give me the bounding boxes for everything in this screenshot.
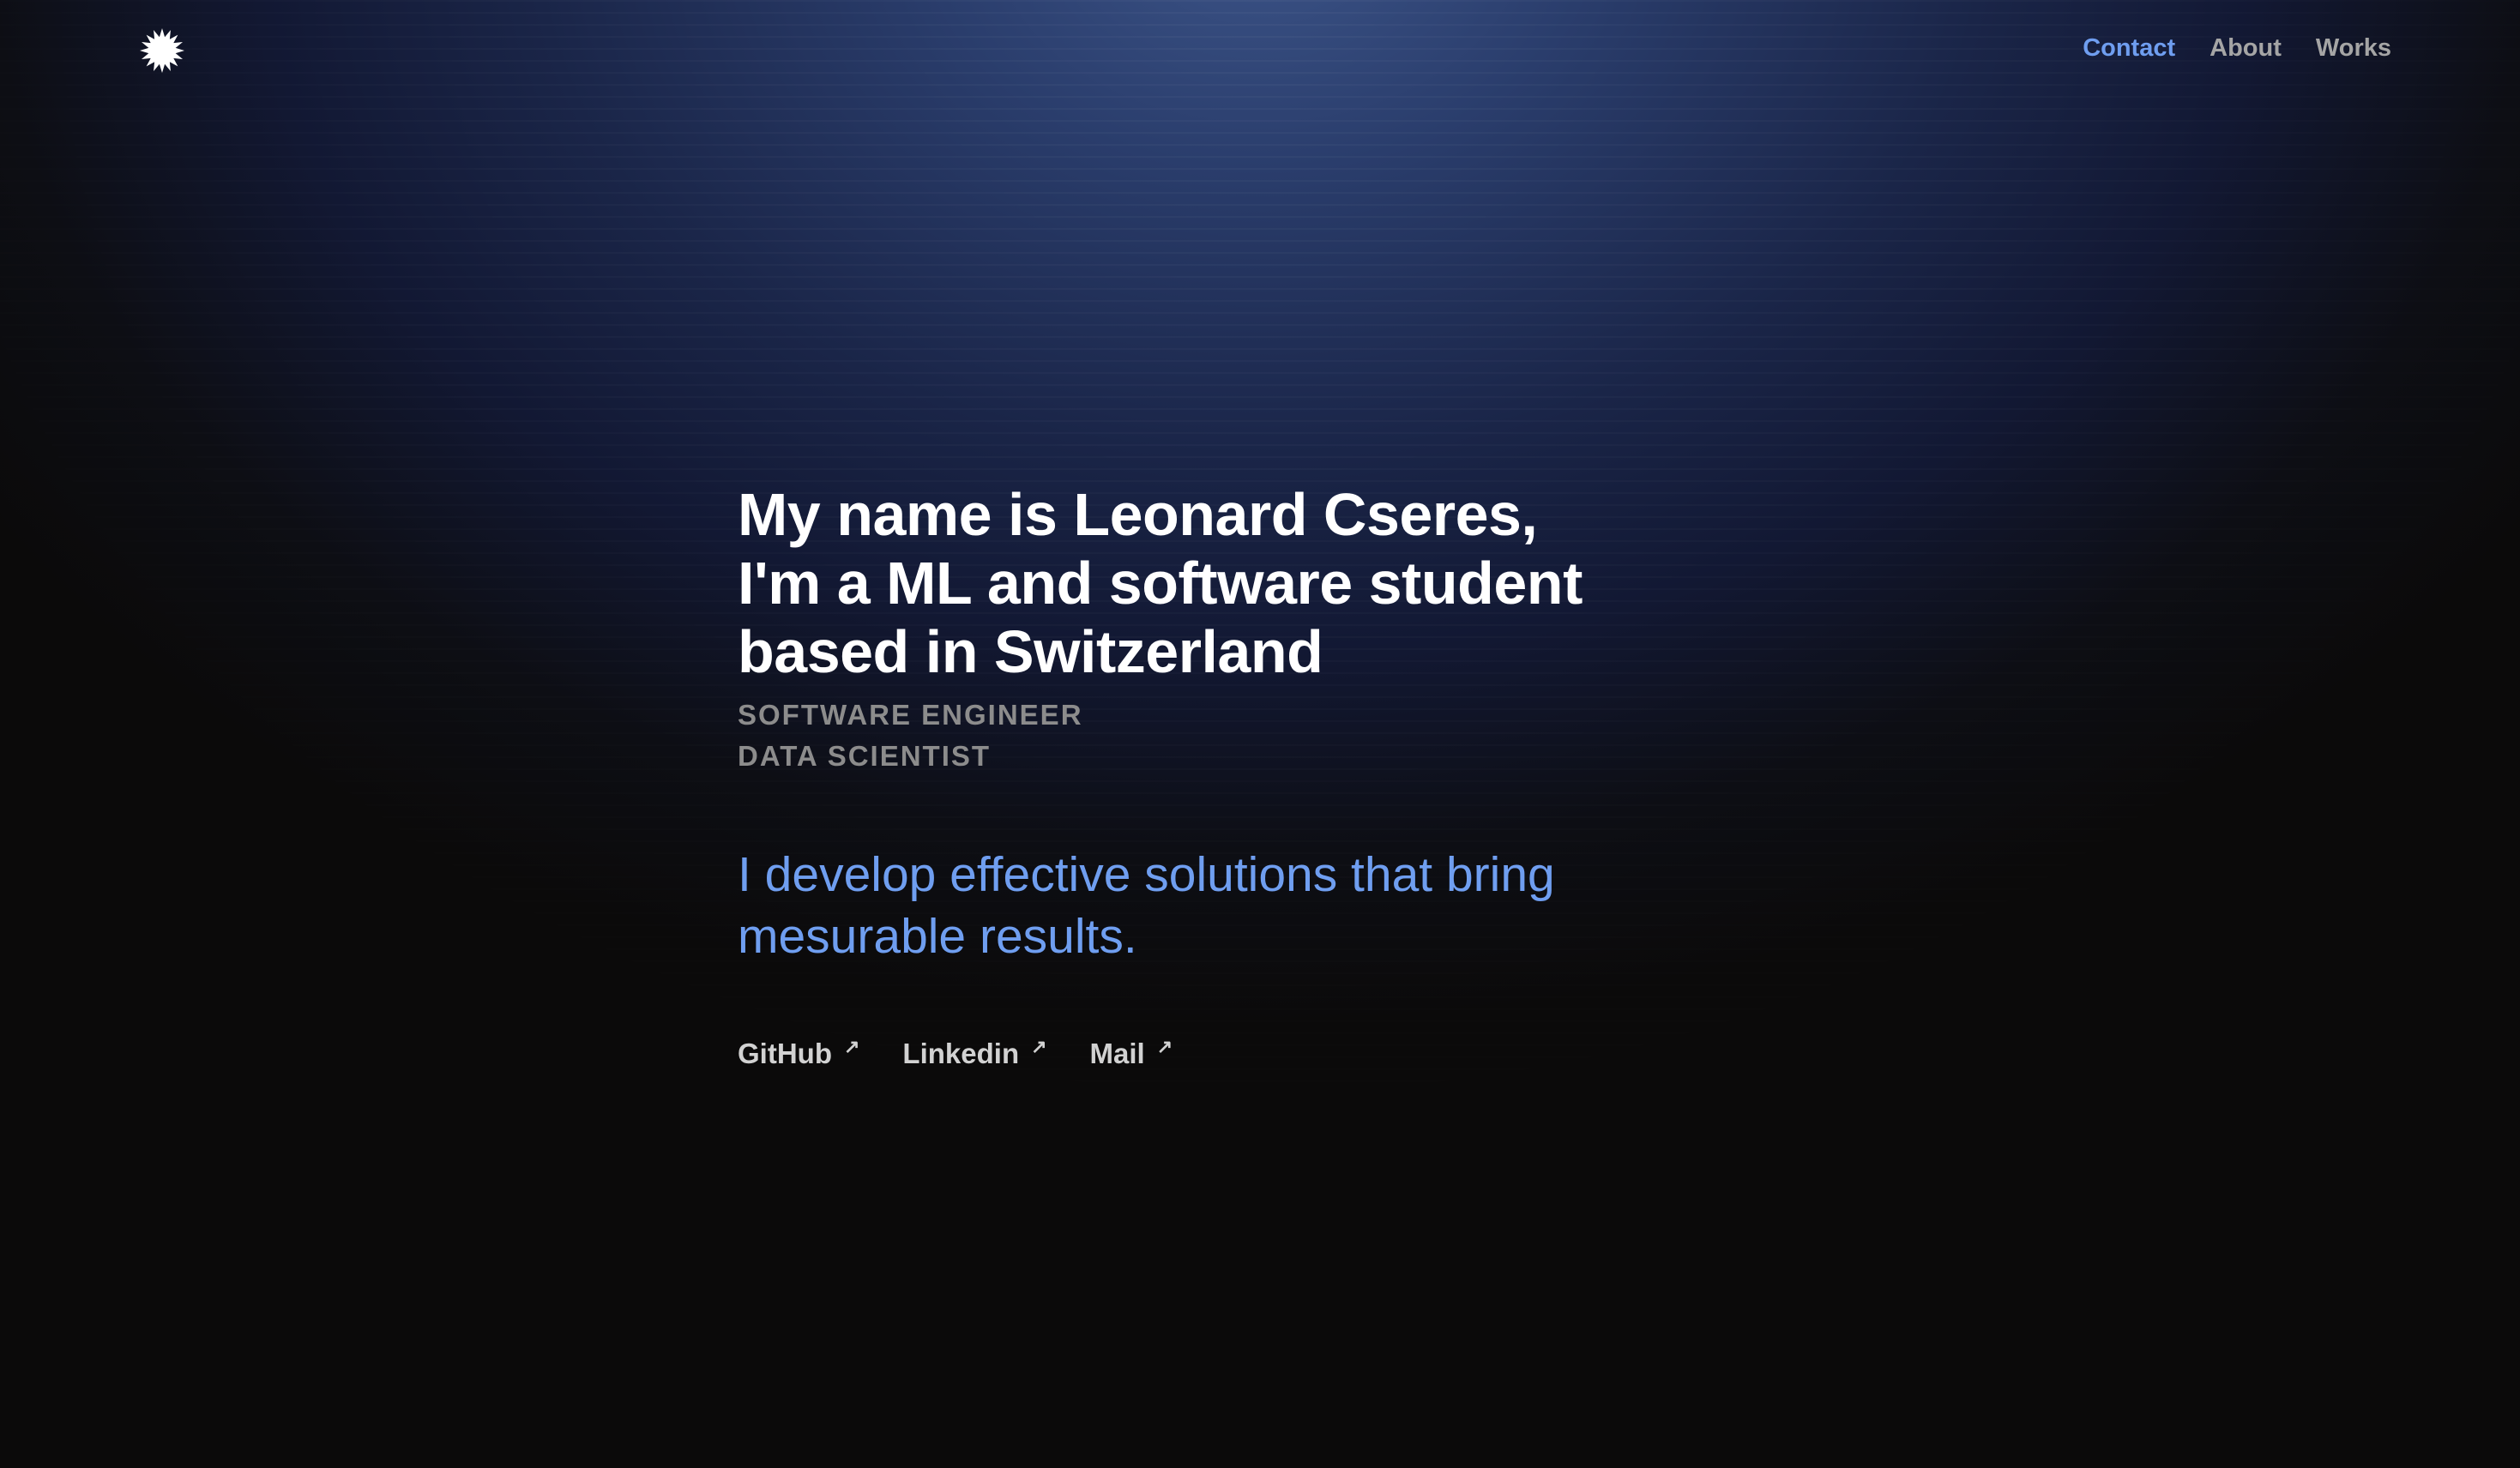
top-navigation: Contact About Works [2083, 34, 2391, 63]
starburst-icon [140, 28, 184, 73]
nav-link-contact[interactable]: Contact [2083, 34, 2175, 63]
hero-headline: My name is Leonard Cseres, I'm a ML and … [738, 480, 1801, 686]
nav-link-about[interactable]: About [2210, 34, 2282, 63]
role-software-engineer: SOFTWARE ENGINEER [738, 699, 1083, 731]
logo-home-link[interactable] [139, 27, 185, 74]
tagline-line-2: mesurable results. [738, 909, 1137, 964]
headline-line-2: I'm a ML and software student [738, 550, 1583, 617]
headline-line-3: based in Switzerland [738, 618, 1323, 685]
headline-line-1: My name is Leonard Cseres, [738, 481, 1538, 548]
tagline-line-1: I develop effective solutions that bring [738, 847, 1555, 902]
roles-list: SOFTWARE ENGINEER DATA SCIENTIST [738, 695, 1801, 777]
mail-link[interactable]: Mail ↗ [1089, 1036, 1173, 1070]
external-link-arrow-icon: ↗ [1031, 1036, 1047, 1057]
social-links: GitHub ↗ Linkedin ↗ Mail ↗ [738, 1036, 1801, 1070]
hero-tagline: I develop effective solutions that bring… [738, 844, 1801, 967]
role-data-scientist: DATA SCIENTIST [738, 740, 992, 772]
nav-link-works[interactable]: Works [2316, 34, 2391, 63]
linkedin-link-label: Linkedin [902, 1038, 1020, 1069]
linkedin-link[interactable]: Linkedin ↗ [902, 1036, 1047, 1070]
github-link-label: GitHub [738, 1038, 832, 1069]
mail-link-label: Mail [1089, 1038, 1145, 1069]
external-link-arrow-icon: ↗ [1156, 1036, 1173, 1057]
external-link-arrow-icon: ↗ [843, 1036, 860, 1057]
hero-section: My name is Leonard Cseres, I'm a ML and … [738, 480, 1801, 1070]
github-link[interactable]: GitHub ↗ [738, 1036, 860, 1070]
